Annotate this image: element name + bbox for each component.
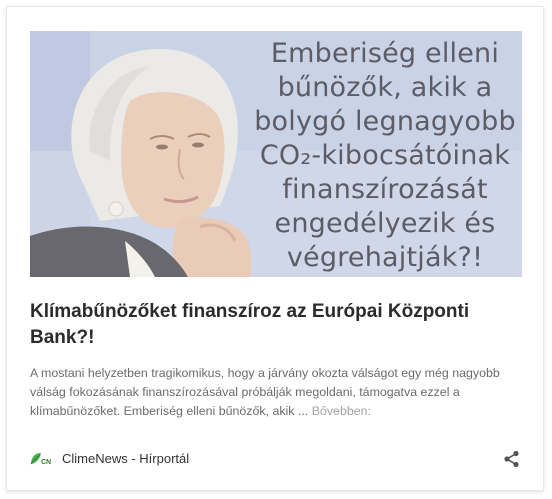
excerpt-text: A mostani helyzetben tragikomikus, hogy … [30, 366, 500, 418]
overlay-line: végrehajtják?! [286, 242, 484, 273]
post-footer: CN ClimeNews - Hírportál [30, 448, 522, 470]
source-logo-icon: CN [30, 453, 51, 466]
overlay-line: engedélyezik és [274, 208, 496, 239]
post-title[interactable]: Klímabűnözőket finanszíroz az Európai Kö… [30, 299, 500, 351]
share-icon[interactable] [502, 449, 522, 469]
overlay-line: bűnözők, akik a [277, 72, 493, 103]
post-excerpt: A mostani helyzetben tragikomikus, hogy … [30, 364, 520, 421]
source-logo-text: CN [41, 459, 51, 466]
overlay-line: CO₂-kibocsátóinak [259, 140, 511, 171]
overlay-line: finanszírozását [282, 174, 488, 205]
image-overlay-text: Emberiség elleni bűnözők, akik a bolygó … [245, 37, 522, 275]
overlay-line: Emberiség elleni [270, 38, 500, 69]
post-image[interactable]: Emberiség elleni bűnözők, akik a bolygó … [30, 31, 522, 277]
overlay-line: bolygó legnagyobb [254, 106, 516, 137]
post-card[interactable]: Emberiség elleni bűnözők, akik a bolygó … [6, 6, 544, 491]
source-name[interactable]: ClimeNews - Hírportál [62, 451, 189, 466]
read-more-link[interactable]: Bővebben: [312, 404, 371, 418]
